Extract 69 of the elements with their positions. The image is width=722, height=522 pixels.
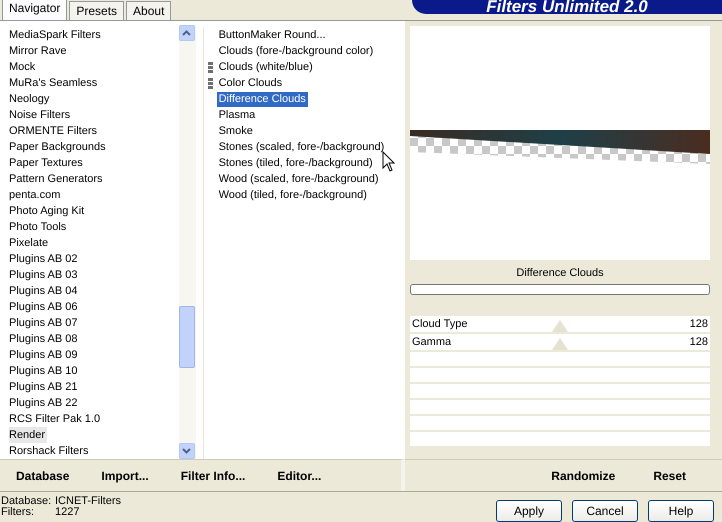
toolbar-button[interactable]: Reset: [635, 466, 704, 484]
up-chevron-icon: [182, 30, 192, 36]
category-item[interactable]: Plugins AB 03: [9, 267, 179, 283]
toolbar-button[interactable]: Database: [6, 466, 80, 484]
filter-item[interactable]: ButtonMaker Round...: [216, 28, 328, 42]
status-label: Filters:: [1, 507, 35, 518]
filter-name: Difference Clouds: [515, 266, 605, 281]
tab[interactable]: Presets: [69, 1, 124, 20]
down-chevron-icon: [182, 448, 192, 454]
category-item[interactable]: Plugins AB 22: [9, 395, 179, 411]
category-item[interactable]: MuRa's Seamless: [9, 75, 179, 91]
category-item[interactable]: penta.com: [9, 187, 179, 203]
tab[interactable]: About: [126, 1, 172, 20]
tab[interactable]: Navigator: [2, 0, 68, 20]
filter-item[interactable]: Plasma: [216, 108, 258, 122]
category-item[interactable]: Render: [9, 427, 47, 443]
category-item[interactable]: RCS Filter Pak 1.0: [9, 411, 179, 427]
category-item[interactable]: Plugins AB 10: [9, 363, 179, 379]
category-item[interactable]: Pixelate: [9, 235, 179, 251]
category-item[interactable]: Photo Aging Kit: [9, 203, 179, 219]
category-item[interactable]: Plugins AB 06: [9, 299, 179, 315]
category-item[interactable]: Noise Filters: [9, 107, 179, 123]
category-item[interactable]: Plugins AB 08: [9, 331, 179, 347]
category-item[interactable]: Plugins AB 07: [9, 315, 179, 331]
filter-item[interactable]: Clouds (fore-/background color): [216, 44, 376, 58]
filter-item[interactable]: Smoke: [216, 124, 255, 138]
scroll-down-button[interactable]: [178, 443, 195, 459]
filter-item[interactable]: Wood (tiled, fore-/background): [216, 188, 369, 202]
category-item[interactable]: Paper Textures: [9, 155, 179, 171]
scroll-thumb[interactable]: [178, 306, 195, 368]
category-item[interactable]: Mock: [9, 59, 179, 75]
dialog-button[interactable]: Help: [648, 500, 714, 522]
slider-label: Cloud Type: [412, 318, 468, 330]
scrollbar[interactable]: [178, 25, 196, 459]
category-item[interactable]: MediaSpark Filters: [9, 27, 179, 43]
dialog-button[interactable]: Cancel: [572, 500, 638, 522]
mouse-pointer-icon: [382, 151, 396, 173]
toolbar-button[interactable]: Filter Info...: [170, 466, 256, 484]
category-item[interactable]: Plugins AB 21: [9, 379, 179, 395]
scroll-up-button[interactable]: [178, 25, 195, 41]
category-item[interactable]: Rorshack Filters: [9, 443, 179, 459]
slider-value: 128: [690, 336, 708, 348]
category-item[interactable]: Plugins AB 09: [9, 347, 179, 363]
banner-title: Filters Unlimited 2.0: [412, 0, 722, 14]
dialog-button[interactable]: Apply: [496, 500, 562, 522]
category-item[interactable]: Pattern Generators: [9, 171, 179, 187]
slider[interactable]: Gamma 128: [410, 334, 710, 350]
category-item[interactable]: Plugins AB 02: [9, 251, 179, 267]
filter-item[interactable]: Stones (scaled, fore-/background): [216, 140, 386, 154]
category-item[interactable]: Mirror Rave: [9, 43, 179, 59]
category-item[interactable]: Plugins AB 04: [9, 283, 179, 299]
slider[interactable]: Cloud Type 128: [410, 316, 710, 332]
category-item[interactable]: Paper Backgrounds: [9, 139, 179, 155]
filter-item[interactable]: Clouds (white/blue): [216, 60, 315, 74]
slider-label: Gamma: [412, 336, 452, 348]
category-item[interactable]: Neology: [9, 91, 179, 107]
toolbar-button[interactable]: Randomize: [533, 466, 634, 484]
status-value: 1227: [55, 507, 80, 518]
status-label: Database:: [1, 496, 49, 507]
filter-item[interactable]: Stones (tiled, fore-/background): [216, 156, 375, 170]
toolbar-button[interactable]: Editor...: [267, 466, 332, 484]
filter-item[interactable]: Difference Clouds: [216, 92, 308, 106]
toolbar-button[interactable]: Import...: [91, 466, 159, 484]
filter-item[interactable]: Color Clouds: [216, 76, 284, 90]
status-value: ICNET-Filters: [55, 496, 121, 507]
category-item[interactable]: Photo Tools: [9, 219, 179, 235]
slider-value: 128: [690, 318, 708, 330]
category-item[interactable]: ORMENTE Filters: [9, 123, 179, 139]
filter-item[interactable]: Wood (scaled, fore-/background): [216, 172, 381, 186]
